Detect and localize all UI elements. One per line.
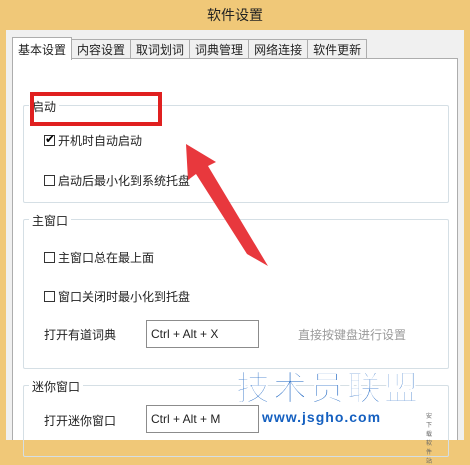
settings-window: 软件设置 基本设置 内容设置 取词划词 词典管理 网络连接 软件更新 启动 ✔ … — [0, 0, 470, 465]
watermark-brand: 技术员联盟 — [236, 369, 421, 410]
watermark-url: www.jsgho.com — [262, 409, 382, 425]
watermark: 技术员联盟 www.jsgho.com 安下载软件站 — [236, 369, 433, 465]
watermark-tagline: 安下载软件站 — [426, 413, 433, 465]
tab-basic[interactable]: 基本设置 — [12, 37, 73, 60]
